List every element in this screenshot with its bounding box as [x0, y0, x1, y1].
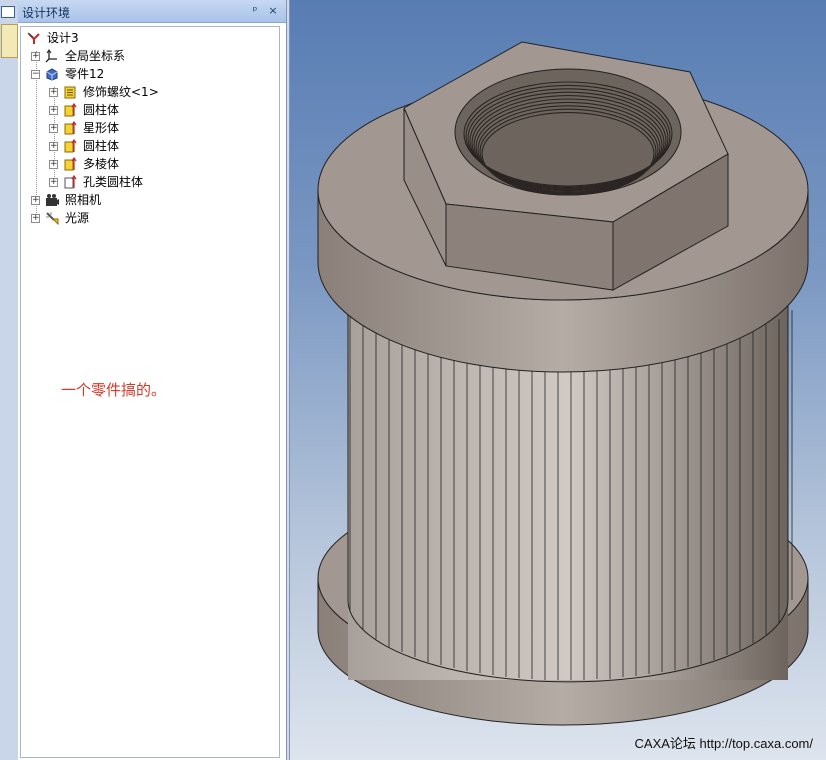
threaded-bore — [454, 68, 682, 196]
tree-node-label: 孔类圆柱体 — [83, 175, 144, 189]
expand-icon[interactable]: + — [49, 178, 58, 187]
panel-title-bar: 设计环境 ᵖ × — [18, 0, 286, 23]
camera-icon — [46, 194, 59, 206]
feature-icon — [64, 139, 77, 153]
tree-node-label: 圆柱体 — [83, 139, 120, 153]
design-elements-tab[interactable] — [1, 24, 18, 58]
design-environment-panel: 设计环境 ᵖ × 设计3 + 全局坐标系 − 零件12 + 修饰螺纹<1> + … — [18, 0, 287, 760]
expand-icon[interactable]: + — [31, 52, 40, 61]
expand-icon[interactable]: + — [31, 214, 40, 223]
feature-icon — [64, 103, 77, 117]
filter-part-model — [317, 41, 809, 726]
forum-watermark: CAXA论坛 http://top.caxa.com/ — [634, 736, 813, 751]
3d-viewport[interactable]: CAXA论坛 http://top.caxa.com/ — [289, 0, 826, 760]
design-icon — [27, 32, 40, 44]
expand-icon[interactable]: + — [49, 160, 58, 169]
expand-icon[interactable]: + — [49, 124, 58, 133]
thread-icon — [64, 86, 76, 99]
expand-icon[interactable]: + — [49, 88, 58, 97]
close-icon[interactable]: × — [266, 4, 280, 18]
pin-icon[interactable]: ᵖ — [248, 4, 262, 18]
design-tree-icon[interactable] — [1, 6, 15, 18]
part-icon — [46, 68, 58, 81]
feature-icon — [64, 121, 77, 135]
tree-node-label: 全局坐标系 — [65, 49, 126, 63]
tree-node-label: 修饰螺纹<1> — [83, 85, 159, 99]
tree-node-label: 星形体 — [83, 121, 120, 135]
tree-connector — [54, 87, 55, 185]
side-tab-strip — [0, 0, 19, 760]
light-icon — [46, 212, 59, 225]
tree-node-label: 圆柱体 — [83, 103, 120, 117]
hole-feature-icon — [64, 175, 77, 189]
expand-icon[interactable]: + — [31, 196, 40, 205]
tree-node-label: 照相机 — [65, 193, 102, 207]
axes-icon — [45, 49, 57, 63]
feature-icon — [64, 157, 77, 171]
design-tree: 设计3 + 全局坐标系 − 零件12 + 修饰螺纹<1> + 圆柱体 + 星形体… — [20, 26, 280, 758]
expand-icon[interactable]: + — [49, 142, 58, 151]
tree-node-label: 多棱体 — [83, 157, 120, 171]
tree-node-label: 设计3 — [47, 31, 79, 45]
panel-title: 设计环境 — [22, 6, 71, 20]
expand-icon[interactable]: + — [49, 106, 58, 115]
tree-node-label: 零件12 — [65, 67, 105, 81]
tree-node-label: 光源 — [65, 211, 90, 225]
collapse-icon[interactable]: − — [31, 70, 40, 79]
annotation-text: 一个零件搞的。 — [61, 381, 167, 399]
